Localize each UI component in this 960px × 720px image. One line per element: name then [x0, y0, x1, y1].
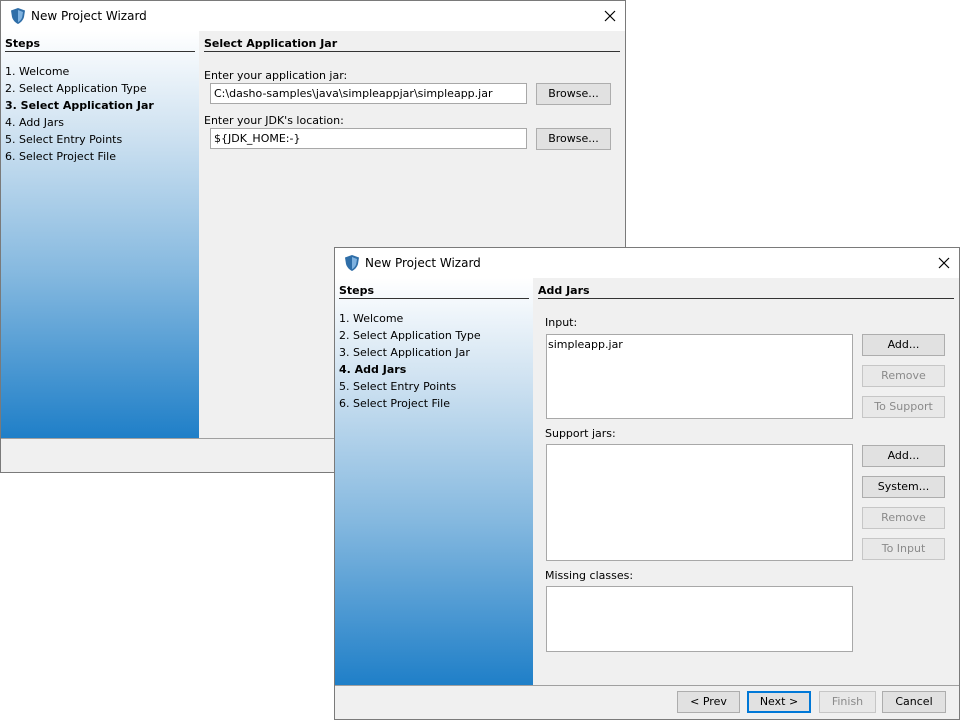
prev-button[interactable]: < Prev — [677, 691, 740, 713]
front-step-app-type: 2. Select Application Type — [339, 329, 481, 342]
next-button[interactable]: Next > — [747, 691, 811, 713]
back-step-project-file: 6. Select Project File — [5, 150, 116, 163]
back-steps-heading: Steps — [5, 37, 41, 50]
front-wizard-window: New Project Wizard Steps 1. Welcome 2. S… — [334, 247, 960, 720]
input-jars-list[interactable]: simpleapp.jar — [546, 334, 853, 419]
to-input-button[interactable]: To Input — [862, 538, 945, 560]
front-title-bar[interactable]: New Project Wizard — [335, 248, 959, 278]
front-step-project-file: 6. Select Project File — [339, 397, 450, 410]
system-button[interactable]: System... — [862, 476, 945, 498]
input-add-button[interactable]: Add... — [862, 334, 945, 356]
back-close-button[interactable] — [595, 1, 625, 31]
shield-icon — [345, 255, 359, 271]
front-step-welcome: 1. Welcome — [339, 312, 404, 325]
front-step-app-jar: 3. Select Application Jar — [339, 346, 470, 359]
front-bottom-divider — [335, 685, 959, 686]
support-add-button[interactable]: Add... — [862, 445, 945, 467]
browse-jdk-button[interactable]: Browse... — [536, 128, 611, 150]
front-section-heading: Add Jars — [538, 284, 590, 297]
browse-app-jar-button[interactable]: Browse... — [536, 83, 611, 105]
to-support-button[interactable]: To Support — [862, 396, 945, 418]
front-step-add-jars: 4. Add Jars — [339, 363, 407, 376]
input-label: Input: — [545, 316, 578, 329]
back-step-app-type: 2. Select Application Type — [5, 82, 147, 95]
back-section-heading: Select Application Jar — [204, 37, 338, 50]
back-window-title: New Project Wizard — [31, 9, 147, 23]
back-step-welcome: 1. Welcome — [5, 65, 70, 78]
app-jar-label: Enter your application jar: — [204, 69, 348, 82]
jdk-location-label: Enter your JDK's location: — [204, 114, 344, 127]
support-jars-label: Support jars: — [545, 427, 616, 440]
cancel-button[interactable]: Cancel — [882, 691, 946, 713]
finish-button[interactable]: Finish — [819, 691, 876, 713]
back-step-add-jars: 4. Add Jars — [5, 116, 65, 129]
jdk-location-field[interactable]: ${JDK_HOME:-} — [210, 128, 527, 149]
back-step-app-jar: 3. Select Application Jar — [5, 99, 154, 112]
shield-icon — [11, 8, 25, 24]
front-window-title: New Project Wizard — [365, 256, 481, 270]
input-remove-button[interactable]: Remove — [862, 365, 945, 387]
missing-classes-label: Missing classes: — [545, 569, 634, 582]
front-close-button[interactable] — [929, 248, 959, 278]
list-item[interactable]: simpleapp.jar — [548, 338, 851, 351]
back-steps-panel: Steps 1. Welcome 2. Select Application T… — [1, 31, 199, 438]
front-steps-panel: Steps 1. Welcome 2. Select Application T… — [335, 278, 533, 685]
back-steps-divider — [5, 51, 195, 52]
back-section-divider — [204, 51, 620, 52]
front-section-divider — [538, 298, 954, 299]
support-jars-list[interactable] — [546, 444, 853, 561]
front-steps-divider — [339, 298, 529, 299]
close-icon — [938, 257, 950, 269]
app-jar-field[interactable]: C:\dasho-samples\java\simpleappjar\simpl… — [210, 83, 527, 104]
back-title-bar[interactable]: New Project Wizard — [1, 1, 625, 31]
support-remove-button[interactable]: Remove — [862, 507, 945, 529]
front-steps-heading: Steps — [339, 284, 375, 297]
close-icon — [604, 10, 616, 22]
front-step-entry-points: 5. Select Entry Points — [339, 380, 457, 393]
back-step-entry-points: 5. Select Entry Points — [5, 133, 123, 146]
missing-classes-list[interactable] — [546, 586, 853, 652]
